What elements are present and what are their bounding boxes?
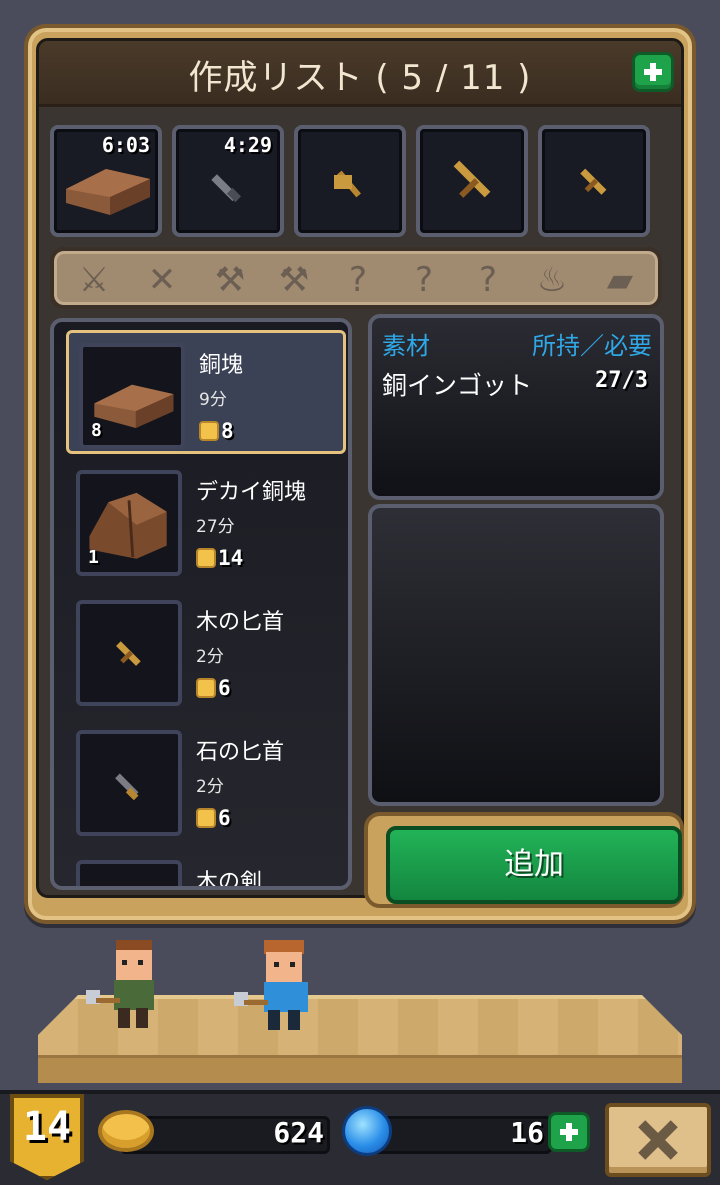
gold-coin-icon [98,1110,154,1152]
add-button[interactable]: 追加 [386,826,682,904]
blacksmith-character-2[interactable] [228,932,338,1042]
recipe-item-wooden-dagger[interactable]: 木の匕首 2分 6 [66,590,346,714]
material-quantity: 27/3 [595,368,648,393]
page-title: 作成リスト ( 5 / 11 ) [188,58,532,98]
workbench-front [38,1055,682,1083]
wooden-axe-icon [334,170,361,198]
pot-category-icon[interactable]: ♨ [530,258,574,302]
dagger-category-icon[interactable]: ⚔ [72,258,116,302]
coin-icon [196,548,216,568]
recipe-time: 2分 [196,777,224,797]
recipe-item-wooden-sword[interactable]: 木の剣 [66,850,346,890]
recipe-name: 木の匕首 [196,610,285,635]
recipe-time: 9分 [199,390,227,410]
coin-icon [196,808,216,828]
queue-slot[interactable]: 4:29 [172,125,284,237]
close-button[interactable] [605,1103,711,1177]
owned-count: 8 [91,420,102,441]
queue-slot[interactable] [416,125,528,237]
description-panel [368,504,664,806]
recipe-item-copper-ingot[interactable]: 8 銅塊 9分 8 [66,330,346,454]
buy-gems-button[interactable] [548,1112,590,1152]
recipe-cost: 6 [196,806,231,830]
recipe-name: 木の剣 [196,870,263,890]
material-name: 銅インゴット [382,371,533,400]
owned-required-header: 所持／必要 [532,332,652,360]
recipe-item-stone-dagger[interactable]: 石の匕首 2分 6 [66,720,346,844]
ingot-category-icon[interactable]: ▰ [598,258,642,302]
wooden-dagger-icon [116,641,141,666]
gem-icon [342,1106,392,1156]
locked-category-icon[interactable]: ? [466,258,510,302]
recipe-time: 2分 [196,647,224,667]
recipe-thumb: 8 [79,343,185,449]
stone-dagger-icon [115,773,139,801]
materials-header: 素材 [382,332,430,360]
coin-icon [196,678,216,698]
recipe-name: 銅塊 [199,353,244,378]
recipe-cost: 14 [196,546,243,570]
recipe-thumb [76,730,182,836]
stone-dagger-icon [211,174,242,203]
gold-amount: 624 [273,1116,324,1149]
recipe-cost: 6 [196,676,231,700]
wooden-dagger-icon [580,168,607,195]
blacksmith-character-1[interactable] [78,930,188,1040]
recipe-name: 石の匕首 [196,740,285,765]
wooden-sword-icon [453,160,491,198]
hammer-category-icon[interactable]: ⚒ [272,258,316,302]
recipe-name: デカイ銅塊 [196,480,307,505]
recipe-thumb: 1 [76,470,182,576]
gem-amount: 16 [510,1116,544,1149]
player-level: 14 [22,1104,72,1150]
locked-category-icon[interactable]: ? [336,258,380,302]
recipe-cost: 8 [199,419,234,443]
sword-category-icon[interactable]: ✕ [140,258,184,302]
locked-category-icon[interactable]: ? [402,258,446,302]
recipe-item-big-copper-ingot[interactable]: 1 デカイ銅塊 27分 14 [66,460,346,584]
copper-ingot-icon [66,169,150,215]
recipe-thumb [76,860,182,886]
add-slot-button[interactable] [632,52,674,92]
recipe-list[interactable]: 8 銅塊 9分 8 1 デカイ銅塊 27分 14 木の匕首 2分 6 石の匕首 … [50,318,352,890]
queue-slot[interactable]: 6:03 [50,125,162,237]
queue-slot[interactable] [294,125,406,237]
recipe-time: 27分 [196,517,235,537]
coin-icon [199,421,219,441]
owned-count: 1 [88,547,99,568]
recipe-thumb [76,600,182,706]
queue-slot[interactable] [538,125,650,237]
axe-category-icon[interactable]: ⚒ [208,258,252,302]
